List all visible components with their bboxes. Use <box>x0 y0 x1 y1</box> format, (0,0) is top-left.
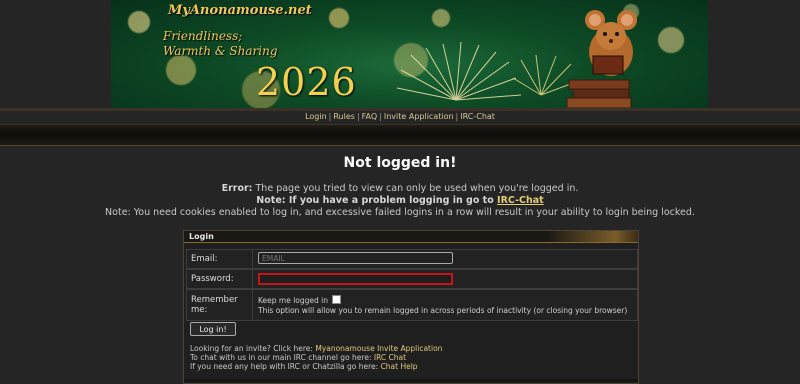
password-row: Password: <box>186 269 638 289</box>
email-row: Email: <box>186 249 638 269</box>
nav-rules[interactable]: Rules <box>333 112 355 121</box>
mouse-mascot-icon <box>566 10 637 108</box>
site-banner: MyAnonamouse.net Friendliness; Warmth & … <box>111 0 708 108</box>
irc-help-text: To chat with us in our main IRC channel … <box>190 353 374 362</box>
nav-login[interactable]: Login <box>305 112 327 121</box>
header-band <box>0 124 800 146</box>
error-message: Error: The page you tried to view can on… <box>0 183 800 194</box>
nav-faq[interactable]: FAQ <box>362 112 378 121</box>
invite-application-link[interactable]: Myanonamouse Invite Application <box>315 344 442 353</box>
login-button[interactable]: Log in! <box>190 322 236 336</box>
keep-logged-in-note: This option will allow you to remain log… <box>258 306 628 315</box>
error-text: The page you tried to view can only be u… <box>252 183 579 194</box>
tagline-line-1: Friendliness; <box>163 29 243 43</box>
irc-chat-link[interactable]: IRC-Chat <box>497 195 544 206</box>
invite-help-text: Looking for an invite? Click here: <box>190 344 316 353</box>
password-label: Password: <box>187 270 253 288</box>
irc-note: Note: If you have a problem logging in g… <box>0 195 800 206</box>
irc-note-text: Note: If you have a problem logging in g… <box>256 195 498 206</box>
email-label: Email: <box>187 250 253 268</box>
login-panel-header: Login <box>184 231 638 243</box>
password-field[interactable] <box>258 273 453 285</box>
nav-irc-chat[interactable]: IRC-Chat <box>460 112 495 121</box>
chat-help-link[interactable]: Chat Help <box>381 362 418 371</box>
banner-year: 2026 <box>256 60 357 104</box>
nav-separator: | <box>455 112 459 121</box>
keep-logged-in-label: Keep me logged in <box>258 296 329 305</box>
email-field[interactable] <box>258 252 453 264</box>
login-panel: Login Email: Password: Remember me: Keep… <box>183 230 639 384</box>
site-name: MyAnonamouse.net <box>168 3 312 18</box>
nav-separator: | <box>379 112 382 121</box>
nav-separator: | <box>356 112 360 121</box>
top-nav: Login | Rules | FAQ | Invite Application | IRC-C… <box>0 111 800 123</box>
error-label: Error: <box>221 183 253 194</box>
chat-help-line: If you need any help with IRC or Chatzil… <box>190 362 418 371</box>
chat-help-text: If you need any help with IRC or Chatzil… <box>190 362 381 371</box>
remember-row: Remember me: Keep me logged in This opti… <box>186 289 638 321</box>
page-title: Not logged in! <box>343 155 457 171</box>
tagline: Friendliness; Warmth & Sharing <box>163 29 278 59</box>
invite-help-line: Looking for an invite? Click here: Myano… <box>190 344 442 353</box>
irc-help-line: To chat with us in our main IRC channel … <box>190 353 406 362</box>
remember-label: Remember me: <box>187 290 253 320</box>
tagline-line-2: Warmth & Sharing <box>163 44 278 58</box>
keep-logged-in-option: Keep me logged in This option will allow… <box>258 295 627 316</box>
nav-separator: | <box>328 112 332 121</box>
irc-chat-help-link[interactable]: IRC Chat <box>374 353 406 362</box>
cookies-note: Note: You need cookies enabled to log in… <box>105 207 695 218</box>
nav-invite-application[interactable]: Invite Application <box>384 112 454 121</box>
keep-logged-in-checkbox[interactable] <box>332 295 342 304</box>
